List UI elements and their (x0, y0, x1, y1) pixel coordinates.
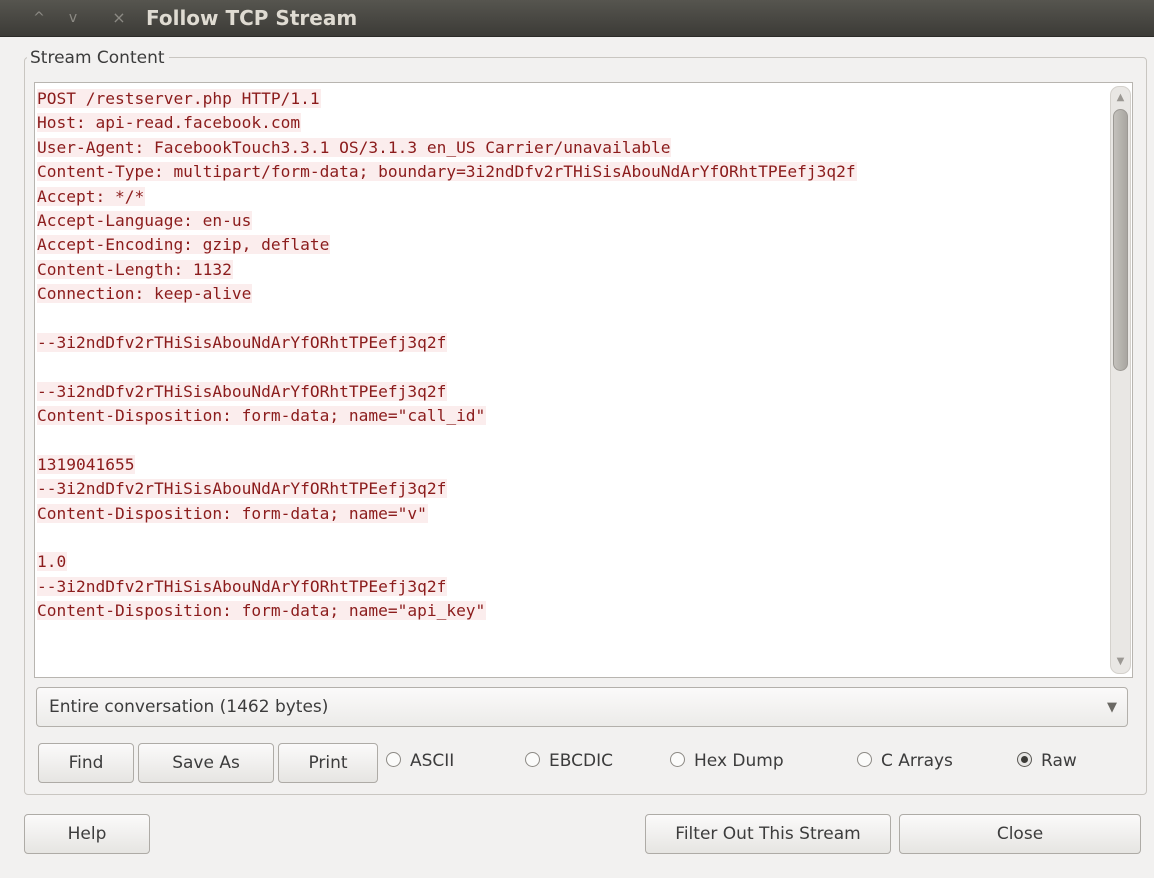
find-button[interactable]: Find (38, 743, 134, 783)
window-title: Follow TCP Stream (146, 6, 358, 30)
radio-ebcdic-indicator (525, 752, 540, 767)
stream-line-text: Content-Length: 1132 (37, 259, 233, 279)
stream-content-label: Stream Content (27, 47, 169, 69)
radio-c-arrays[interactable]: C Arrays (857, 749, 953, 773)
radio-ascii-indicator (386, 752, 401, 767)
radio-ascii[interactable]: ASCII (386, 749, 454, 773)
radio-ebcdic[interactable]: EBCDIC (525, 749, 613, 773)
stream-line-text: Content-Disposition: form-data; name="v" (37, 503, 428, 523)
radio-ebcdic-label: EBCDIC (549, 751, 613, 771)
radio-hex-dump-label: Hex Dump (694, 751, 784, 771)
stream-line: Connection: keep-alive (37, 282, 1105, 306)
scroll-up-icon[interactable]: ▲ (1111, 90, 1130, 106)
stream-text[interactable]: POST /restserver.php HTTP/1.1 Host: api-r… (37, 87, 1105, 672)
stream-line: --3i2ndDfv2rTHiSisAbouNdArYfORhtTPEefj3q… (37, 380, 1105, 404)
filter-out-stream-button[interactable]: Filter Out This Stream (645, 814, 891, 854)
stream-line (37, 307, 1105, 331)
vertical-scrollbar[interactable]: ▲ ▼ (1110, 86, 1131, 674)
stream-line: --3i2ndDfv2rTHiSisAbouNdArYfORhtTPEefj3q… (37, 575, 1105, 599)
stream-line-text: --3i2ndDfv2rTHiSisAbouNdArYfORhtTPEefj3q… (37, 479, 448, 499)
stream-line-text: --3i2ndDfv2rTHiSisAbouNdArYfORhtTPEefj3q… (37, 381, 448, 401)
follow-tcp-stream-window: ^ v × Follow TCP Stream Stream Content P… (0, 0, 1154, 878)
close-icon[interactable]: × (108, 8, 130, 27)
stream-line-text: Content-Disposition: form-data; name="ap… (37, 601, 487, 621)
radio-raw-label: Raw (1041, 751, 1077, 771)
stream-line: Content-Disposition: form-data; name="v" (37, 502, 1105, 526)
stream-text-view[interactable]: POST /restserver.php HTTP/1.1 Host: api-r… (34, 82, 1133, 678)
stream-line-text: POST /restserver.php HTTP/1.1 (37, 89, 321, 108)
stream-line-text: Connection: keep-alive (37, 284, 253, 304)
radio-raw[interactable]: Raw (1017, 749, 1077, 773)
print-button[interactable]: Print (278, 743, 378, 783)
stream-line: --3i2ndDfv2rTHiSisAbouNdArYfORhtTPEefj3q… (37, 331, 1105, 355)
stream-line-text: Content-Disposition: form-data; name="ca… (37, 406, 487, 426)
close-button[interactable]: Close (899, 814, 1141, 854)
stream-line: Content-Length: 1132 (37, 258, 1105, 282)
stream-line: 1319041655 (37, 453, 1105, 477)
stream-line-text: --3i2ndDfv2rTHiSisAbouNdArYfORhtTPEefj3q… (37, 576, 448, 596)
scrollbar-thumb[interactable] (1113, 109, 1128, 371)
stream-line-text: User-Agent: FacebookTouch3.3.1 OS/3.1.3 … (37, 137, 672, 157)
title-bar: ^ v × Follow TCP Stream (0, 0, 1154, 37)
maximize-icon[interactable]: v (62, 9, 84, 28)
stream-line-text: Accept-Encoding: gzip, deflate (37, 235, 331, 255)
stream-line: --3i2ndDfv2rTHiSisAbouNdArYfORhtTPEefj3q… (37, 477, 1105, 501)
stream-line-text: Host: api-read.facebook.com (37, 113, 302, 133)
stream-line-text: 1319041655 (37, 454, 136, 474)
save-as-button[interactable]: Save As (138, 743, 274, 783)
help-button[interactable]: Help (24, 814, 150, 854)
stream-line: Content-Disposition: form-data; name="ca… (37, 404, 1105, 428)
stream-line-text: --3i2ndDfv2rTHiSisAbouNdArYfORhtTPEefj3q… (37, 332, 448, 352)
conversation-select-value: Entire conversation (1462 bytes) (49, 697, 329, 717)
stream-line: 1.0 (37, 550, 1105, 574)
stream-line (37, 355, 1105, 379)
conversation-select[interactable]: Entire conversation (1462 bytes) ▼ (36, 687, 1128, 727)
stream-line-text: Accept: */* (37, 186, 146, 206)
stream-line: Accept-Encoding: gzip, deflate (37, 233, 1105, 257)
stream-line (37, 428, 1105, 452)
stream-line-text: 1.0 (37, 552, 68, 572)
stream-line: Accept-Language: en-us (37, 209, 1105, 233)
radio-hex-dump-indicator (670, 752, 685, 767)
radio-c-arrays-indicator (857, 752, 872, 767)
stream-line: Accept: */* (37, 185, 1105, 209)
stream-line-text: Accept-Language: en-us (37, 210, 253, 230)
chevron-down-icon: ▼ (1107, 700, 1117, 715)
radio-c-arrays-label: C Arrays (881, 751, 953, 771)
stream-line: Content-Disposition: form-data; name="ap… (37, 599, 1105, 623)
stream-line: POST /restserver.php HTTP/1.1 (37, 87, 1105, 111)
stream-line-text: Content-Type: multipart/form-data; bound… (37, 162, 857, 182)
stream-line: User-Agent: FacebookTouch3.3.1 OS/3.1.3 … (37, 136, 1105, 160)
radio-raw-indicator (1017, 752, 1032, 767)
radio-ascii-label: ASCII (410, 751, 455, 771)
stream-line: Content-Type: multipart/form-data; bound… (37, 160, 1105, 184)
minimize-icon[interactable]: ^ (28, 9, 50, 28)
stream-line: Host: api-read.facebook.com (37, 111, 1105, 135)
stream-line (37, 526, 1105, 550)
radio-hex-dump[interactable]: Hex Dump (670, 749, 784, 773)
scroll-down-icon[interactable]: ▼ (1111, 654, 1130, 670)
